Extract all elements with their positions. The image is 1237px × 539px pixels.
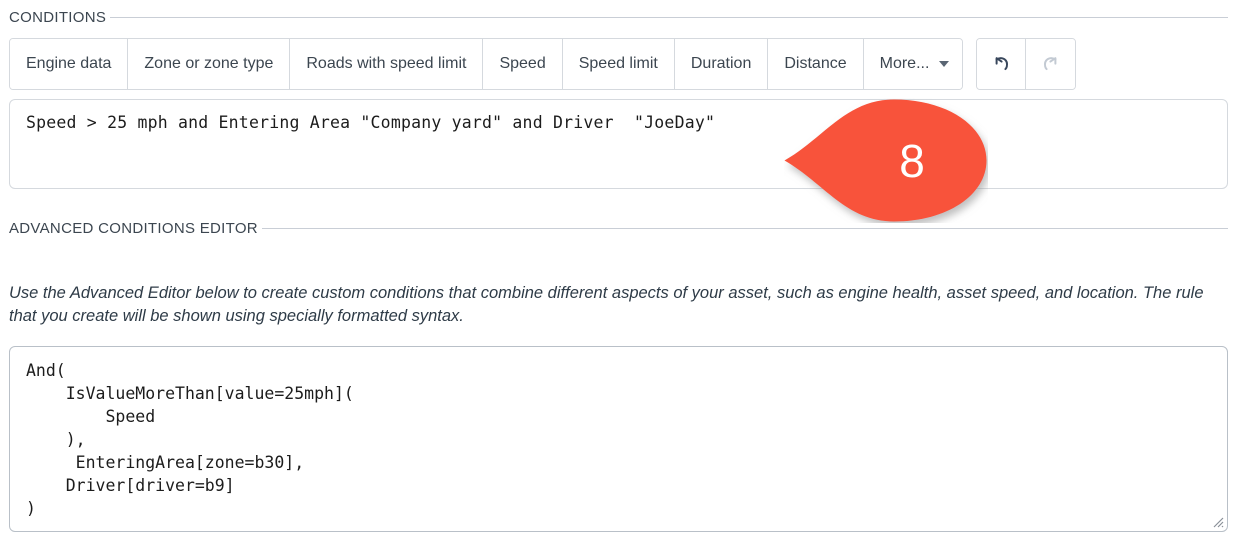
more-button-label: More... bbox=[879, 55, 930, 72]
condition-type-button-group: Engine data Zone or zone type Roads with… bbox=[9, 38, 964, 90]
advanced-editor-description: Use the Advanced Editor below to create … bbox=[9, 283, 1204, 325]
condition-button-speed-limit[interactable]: Speed limit bbox=[562, 39, 675, 89]
advanced-conditions-code-editor[interactable]: And( IsValueMoreThan[value=25mph]( Speed… bbox=[9, 346, 1228, 532]
condition-expression-text: Speed > 25 mph and Entering Area "Compan… bbox=[26, 113, 716, 132]
condition-button-more[interactable]: More... bbox=[863, 39, 963, 89]
redo-icon bbox=[1039, 51, 1063, 78]
advanced-conditions-code-text: And( IsValueMoreThan[value=25mph]( Speed… bbox=[26, 361, 354, 518]
conditions-legend-label: CONDITIONS bbox=[9, 9, 107, 26]
condition-button-engine-data[interactable]: Engine data bbox=[10, 39, 129, 89]
redo-button[interactable] bbox=[1026, 39, 1076, 89]
condition-button-speed[interactable]: Speed bbox=[483, 39, 563, 89]
conditions-toolbar: Engine data Zone or zone type Roads with… bbox=[9, 38, 1077, 90]
advanced-conditions-editor-legend: ADVANCED CONDITIONS EDITOR bbox=[9, 220, 1228, 237]
resize-handle-icon[interactable] bbox=[1211, 515, 1224, 528]
undo-button[interactable] bbox=[977, 39, 1027, 89]
advanced-legend-label: ADVANCED CONDITIONS EDITOR bbox=[9, 220, 258, 237]
condition-expression-box[interactable]: Speed > 25 mph and Entering Area "Compan… bbox=[9, 99, 1228, 189]
chevron-down-icon bbox=[939, 61, 950, 67]
condition-button-roads-with-speed-limit[interactable]: Roads with speed limit bbox=[290, 39, 484, 89]
undo-icon bbox=[989, 51, 1013, 78]
condition-button-zone-or-zone-type[interactable]: Zone or zone type bbox=[128, 39, 291, 89]
condition-button-duration[interactable]: Duration bbox=[674, 39, 769, 89]
conditions-section-legend: CONDITIONS bbox=[9, 9, 1228, 26]
advanced-legend-rule bbox=[261, 228, 1228, 229]
condition-button-distance[interactable]: Distance bbox=[768, 39, 864, 89]
conditions-legend-rule bbox=[110, 17, 1228, 18]
history-button-group bbox=[976, 38, 1077, 90]
